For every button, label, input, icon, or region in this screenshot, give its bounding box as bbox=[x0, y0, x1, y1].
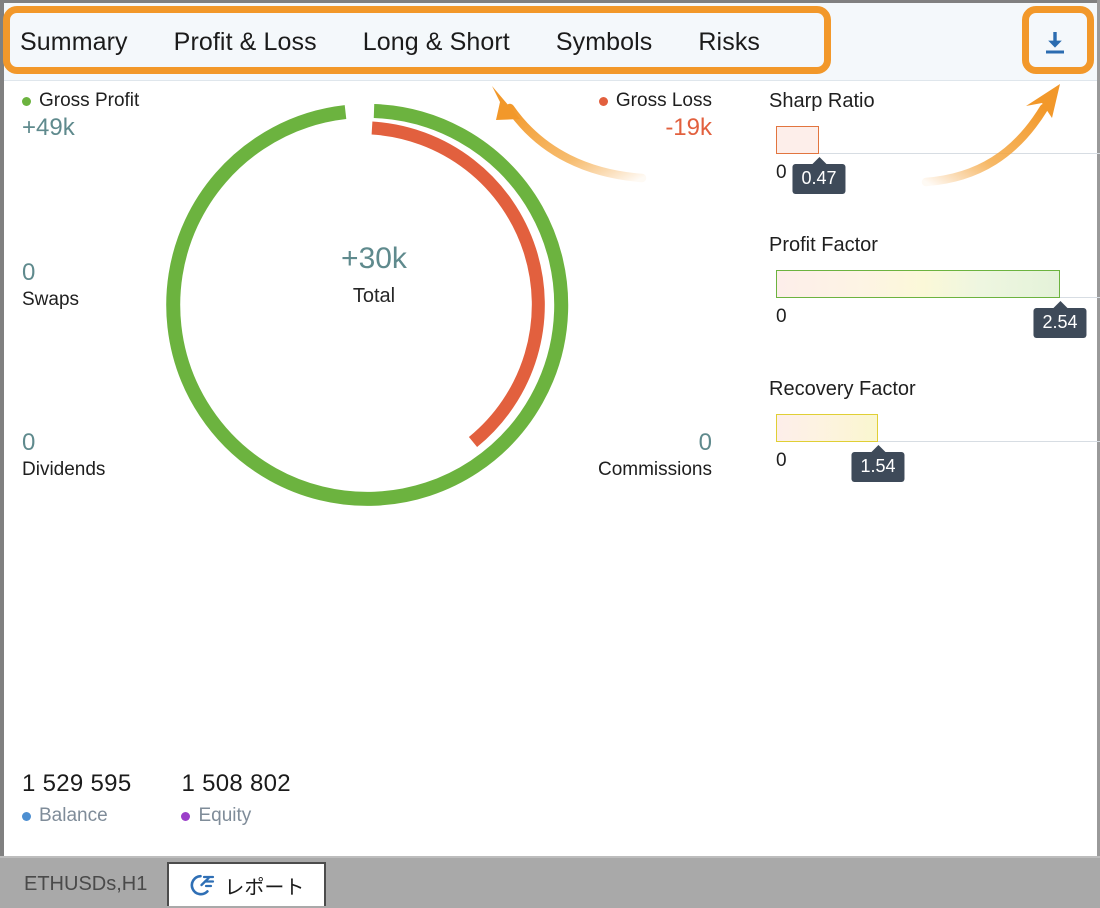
donut-center-label: +30k Total bbox=[264, 242, 484, 308]
stat-swaps: 0 Swaps bbox=[22, 257, 79, 311]
bottom-tab-ethusds[interactable]: ETHUSDs,H1 bbox=[4, 862, 167, 906]
profit-factor-zero: 0 bbox=[776, 306, 787, 327]
stat-balance: 1 529 595 Balance bbox=[22, 770, 131, 827]
stat-gross-profit: Gross Profit +49k bbox=[22, 90, 139, 144]
recovery-factor-bar[interactable] bbox=[776, 414, 878, 442]
bottom-tab-ethusds-label: ETHUSDs,H1 bbox=[24, 872, 148, 895]
summary-donut-chart: +30k Total Gross Profit +49k Gross Loss … bbox=[4, 82, 764, 512]
account-totals: 1 529 595 Balance 1 508 802 Equity bbox=[22, 770, 291, 827]
dividends-label: Dividends bbox=[22, 459, 106, 481]
balance-dot-icon bbox=[22, 811, 31, 821]
report-header: Summary Profit & Loss Long & Short Symbo… bbox=[4, 3, 1097, 81]
recovery-factor-title: Recovery Factor bbox=[769, 378, 916, 400]
bottom-tab-report[interactable]: レポート bbox=[167, 862, 327, 906]
report-tab-list: Summary Profit & Loss Long & Short Symbo… bbox=[20, 3, 784, 81]
gross-loss-dot-icon bbox=[598, 96, 608, 106]
commissions-value: 0 bbox=[698, 429, 712, 456]
balance-label: Balance bbox=[39, 805, 108, 826]
profit-factor-title: Profit Factor bbox=[769, 234, 878, 256]
gross-loss-value: -19k bbox=[665, 114, 712, 141]
equity-legend: Equity bbox=[181, 805, 290, 827]
metric-sharp-ratio: Sharp Ratio 0 0.47 bbox=[769, 90, 1100, 194]
gross-profit-label: Gross Profit bbox=[39, 90, 140, 111]
donut-total-value: +30k bbox=[341, 242, 407, 275]
tab-long-short[interactable]: Long & Short bbox=[363, 28, 534, 57]
gross-profit-value: +49k bbox=[22, 114, 75, 141]
bottom-tab-strip: ETHUSDs,H1 レポート bbox=[0, 856, 1100, 908]
metrics-panel: Sharp Ratio 0 0.47 Profit Factor 0 2.54 … bbox=[769, 90, 1100, 522]
download-report-button[interactable] bbox=[1035, 24, 1075, 62]
recovery-factor-zero: 0 bbox=[776, 450, 787, 471]
donut-total-caption: Total bbox=[352, 284, 396, 307]
stat-dividends: 0 Dividends bbox=[22, 427, 105, 481]
swaps-label: Swaps bbox=[22, 289, 80, 311]
equity-value: 1 508 802 bbox=[181, 770, 291, 797]
gross-profit-dot-icon bbox=[22, 96, 31, 106]
recovery-factor-value-tooltip: 1.54 bbox=[851, 445, 905, 482]
profit-factor-bar[interactable] bbox=[776, 270, 1060, 298]
stat-commissions: 0 Commissions bbox=[484, 427, 712, 481]
metric-recovery-factor: Recovery Factor 0 1.54 bbox=[769, 378, 1100, 482]
gross-profit-legend: Gross Profit bbox=[22, 90, 139, 112]
sharp-ratio-value-tooltip: 0.47 bbox=[792, 157, 846, 194]
equity-label: Equity bbox=[198, 805, 252, 826]
report-content: +30k Total Gross Profit +49k Gross Loss … bbox=[4, 82, 1100, 856]
sharp-ratio-barzone bbox=[769, 125, 1100, 154]
tab-summary[interactable]: Summary bbox=[20, 28, 152, 57]
tab-symbols[interactable]: Symbols bbox=[556, 28, 677, 57]
gross-loss-legend: Gross Loss bbox=[484, 90, 712, 112]
metric-profit-factor: Profit Factor 0 2.54 bbox=[769, 234, 1100, 338]
sharp-ratio-bar[interactable] bbox=[776, 126, 819, 154]
balance-value: 1 529 595 bbox=[22, 770, 132, 797]
dividends-value: 0 bbox=[22, 429, 36, 456]
recovery-factor-barzone bbox=[769, 413, 1100, 442]
report-window: Summary Profit & Loss Long & Short Symbo… bbox=[0, 0, 1100, 908]
sharp-ratio-title: Sharp Ratio bbox=[769, 90, 875, 112]
stat-equity: 1 508 802 Equity bbox=[181, 770, 291, 827]
gross-loss-label: Gross Loss bbox=[615, 90, 712, 111]
tab-risks[interactable]: Risks bbox=[698, 28, 784, 57]
download-icon bbox=[1046, 32, 1064, 54]
equity-dot-icon bbox=[181, 811, 191, 821]
balance-legend: Balance bbox=[22, 805, 131, 827]
stat-gross-loss: Gross Loss -19k bbox=[484, 90, 712, 144]
sharp-ratio-zero: 0 bbox=[776, 162, 787, 183]
tab-profit-loss[interactable]: Profit & Loss bbox=[174, 28, 341, 57]
report-icon bbox=[190, 874, 215, 896]
bottom-tab-list: ETHUSDs,H1 レポート bbox=[4, 862, 327, 908]
profit-factor-value-tooltip: 2.54 bbox=[1033, 301, 1087, 338]
bottom-tab-report-label: レポート bbox=[224, 876, 305, 899]
profit-factor-barzone bbox=[769, 269, 1100, 298]
commissions-label: Commissions bbox=[597, 459, 712, 481]
swaps-value: 0 bbox=[22, 259, 36, 286]
